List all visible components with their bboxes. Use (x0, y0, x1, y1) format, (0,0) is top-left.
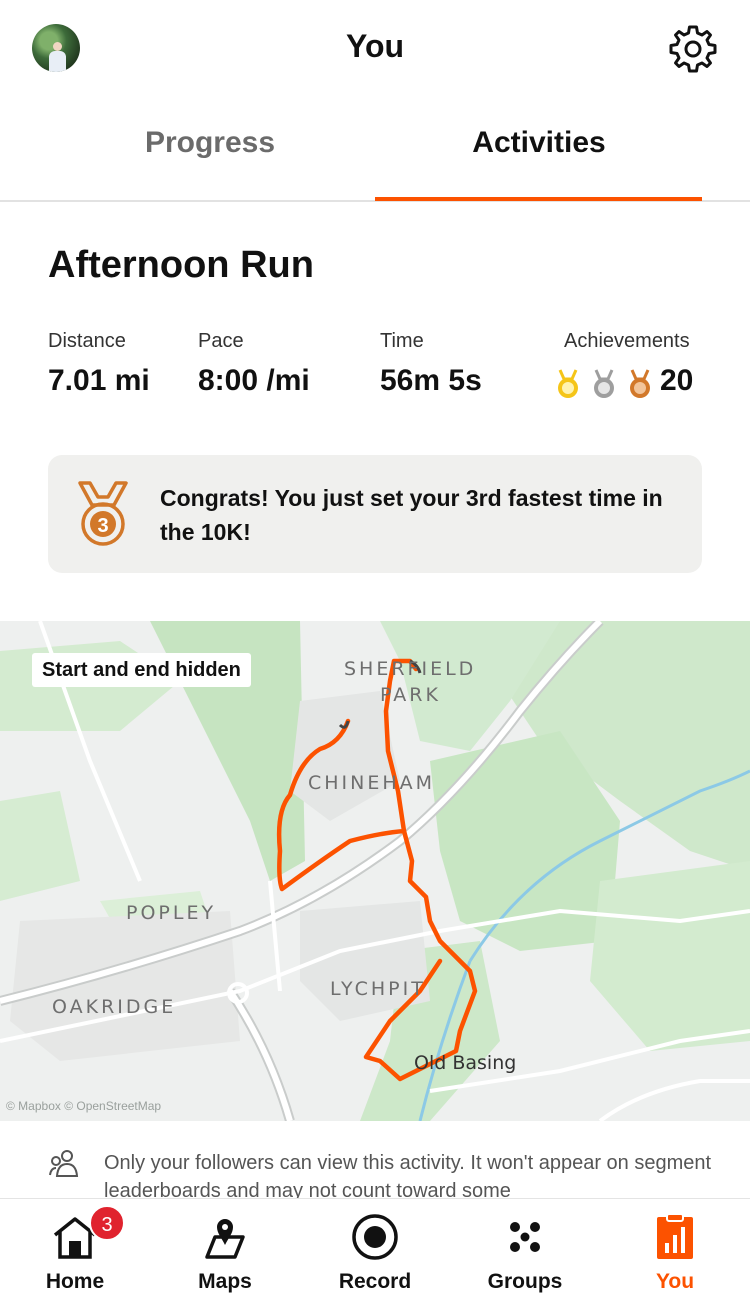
silver-medal-icon (594, 369, 614, 398)
pace-value: 8:00 /mi (198, 364, 310, 397)
nav-you[interactable]: You (600, 1199, 750, 1298)
route-map[interactable]: SHERFIELD PARK CHINEHAM POPLEY LYCHPIT O… (0, 621, 750, 1121)
achievement-card[interactable]: 3 Congrats! You just set your 3rd fastes… (48, 455, 702, 573)
gear-icon[interactable] (668, 24, 718, 74)
map-motorway (227, 989, 293, 1121)
map-road (598, 1079, 750, 1121)
nav-label: You (655, 1270, 695, 1293)
distance-value: 7.01 mi (48, 364, 150, 397)
place-label: OAKRIDGE (52, 996, 176, 1018)
tab-bar: Progress Activities (0, 100, 750, 202)
page-title: You (345, 28, 405, 64)
place-label: SHERFIELD (344, 658, 476, 680)
tab-activities[interactable]: Activities (376, 126, 702, 160)
time-value: 56m 5s (380, 364, 482, 397)
place-label: CHINEHAM (308, 772, 435, 794)
nav-home[interactable]: 3 Home (0, 1199, 150, 1298)
you-icon (657, 1213, 693, 1259)
nav-record[interactable]: Record (300, 1199, 450, 1298)
nav-maps[interactable]: Maps (150, 1199, 300, 1298)
tab-progress[interactable]: Progress (0, 126, 420, 160)
achievements-count: 20 (660, 364, 694, 397)
place-label: Old Basing (414, 1052, 516, 1074)
map-green-area (590, 861, 750, 1051)
bottom-nav: 3 Home Maps Record Groups You (0, 1198, 750, 1298)
tab-selected-indicator (375, 197, 702, 201)
map-canvas: SHERFIELD PARK CHINEHAM POPLEY LYCHPIT O… (0, 621, 750, 1121)
gold-medal-icon (558, 369, 578, 398)
map-green-area (0, 791, 80, 901)
nav-label: Home (45, 1270, 105, 1293)
activity-title[interactable]: Afternoon Run (48, 244, 314, 287)
groups-icon (510, 1222, 540, 1252)
header: You (0, 0, 750, 100)
nav-label: Groups (487, 1270, 563, 1293)
notification-badge: 3 (89, 1205, 125, 1241)
place-label: PARK (380, 684, 441, 706)
followers-icon (49, 1150, 79, 1177)
record-icon (352, 1214, 398, 1260)
map-attribution[interactable]: © Mapbox © OpenStreetMap (6, 1099, 161, 1113)
nav-groups[interactable]: Groups (450, 1199, 600, 1298)
medal-number: 3 (97, 515, 108, 537)
place-label: LYCHPIT (330, 978, 426, 1000)
nav-label: Maps (198, 1270, 252, 1293)
privacy-note: Only your followers can view this activi… (104, 1152, 712, 1202)
place-label: POPLEY (126, 902, 216, 924)
congrats-message: Congrats! You just set your 3rd fastest … (160, 485, 663, 545)
map-icon (205, 1219, 245, 1259)
time-label: Time (380, 330, 424, 352)
distance-label: Distance (48, 330, 126, 352)
start-end-hidden-badge: Start and end hidden (32, 653, 251, 687)
nav-label: Record (338, 1270, 412, 1293)
achievements-label: Achievements (564, 330, 690, 352)
map-urban-area (290, 691, 400, 821)
bronze-medal-icon (630, 369, 650, 398)
bronze-medal-icon: 3 (78, 481, 128, 546)
map-road (268, 880, 282, 992)
pace-label: Pace (198, 330, 244, 352)
